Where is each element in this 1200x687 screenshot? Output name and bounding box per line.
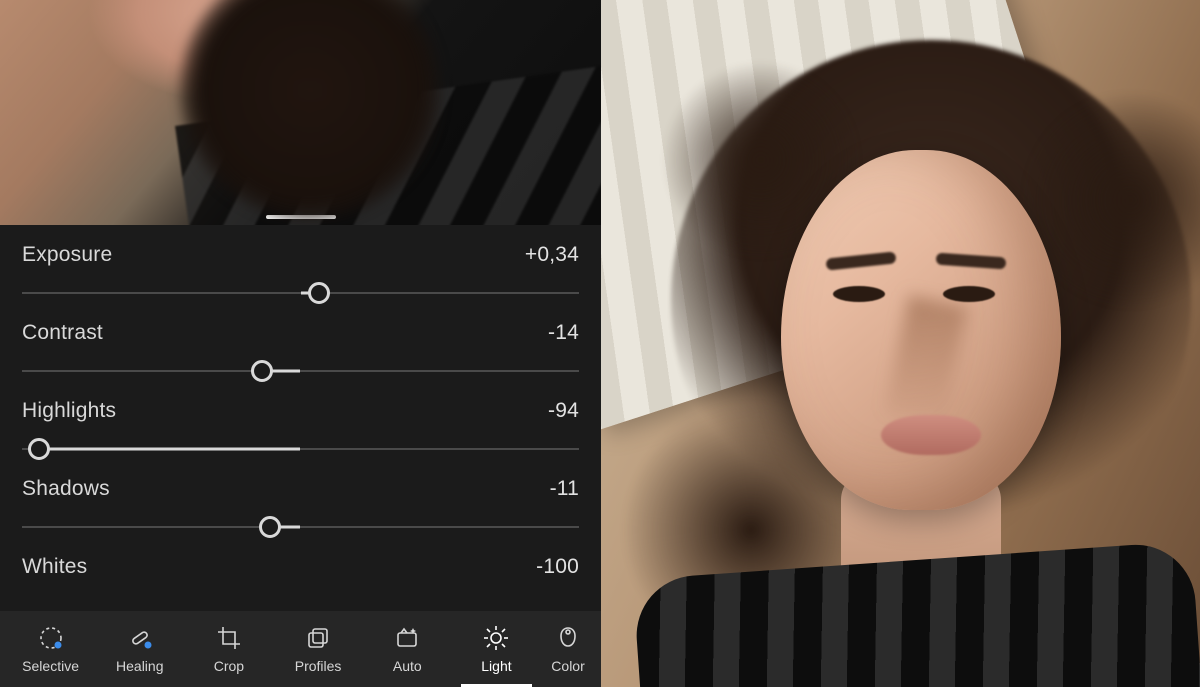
slider-highlights: Highlights -94 xyxy=(22,399,579,461)
slider-label: Exposure xyxy=(22,243,112,267)
tool-auto[interactable]: Auto xyxy=(363,611,452,687)
selective-icon xyxy=(37,624,65,652)
tool-label: Healing xyxy=(116,658,163,674)
slider-contrast: Contrast -14 xyxy=(22,321,579,383)
tool-label: Profiles xyxy=(295,658,342,674)
crop-icon xyxy=(215,624,243,652)
slider-track-contrast[interactable] xyxy=(22,359,579,383)
tool-label: Light xyxy=(481,658,511,674)
photo-preview[interactable] xyxy=(0,0,601,225)
slider-value: -100 xyxy=(536,555,579,579)
slider-track-highlights[interactable] xyxy=(22,437,579,461)
bottom-toolbar: Selective Healing Crop Profiles Auto xyxy=(0,611,601,687)
tool-healing[interactable]: Healing xyxy=(95,611,184,687)
healing-icon xyxy=(126,624,154,652)
slider-whites: Whites -100 xyxy=(22,555,579,579)
editor-pane: Exposure +0,34 Contrast -14 Highligh xyxy=(0,0,601,687)
tool-label: Auto xyxy=(393,658,422,674)
slider-label: Whites xyxy=(22,555,87,579)
slider-label: Shadows xyxy=(22,477,110,501)
preview-illustration xyxy=(265,6,355,40)
auto-icon xyxy=(393,624,421,652)
panel-drag-handle[interactable] xyxy=(266,215,336,219)
light-slider-panel: Exposure +0,34 Contrast -14 Highligh xyxy=(0,225,601,611)
slider-value: +0,34 xyxy=(525,243,579,267)
slider-track-shadows[interactable] xyxy=(22,515,579,539)
profiles-icon xyxy=(304,624,332,652)
tool-label: Selective xyxy=(22,658,79,674)
slider-label: Contrast xyxy=(22,321,103,345)
slider-track-exposure[interactable] xyxy=(22,281,579,305)
light-icon xyxy=(482,624,510,652)
slider-label: Highlights xyxy=(22,399,116,423)
tool-crop[interactable]: Crop xyxy=(184,611,273,687)
color-icon xyxy=(554,624,582,652)
tool-light[interactable]: Light xyxy=(452,611,541,687)
slider-exposure: Exposure +0,34 xyxy=(22,243,579,305)
tool-selective[interactable]: Selective xyxy=(6,611,95,687)
tool-label: Color xyxy=(551,658,584,674)
slider-value: -11 xyxy=(550,477,579,501)
tool-label: Crop xyxy=(214,658,244,674)
slider-value: -94 xyxy=(548,399,579,423)
result-photo xyxy=(601,0,1200,687)
slider-shadows: Shadows -11 xyxy=(22,477,579,539)
tool-color[interactable]: Color xyxy=(541,611,595,687)
tool-profiles[interactable]: Profiles xyxy=(274,611,363,687)
slider-value: -14 xyxy=(548,321,579,345)
